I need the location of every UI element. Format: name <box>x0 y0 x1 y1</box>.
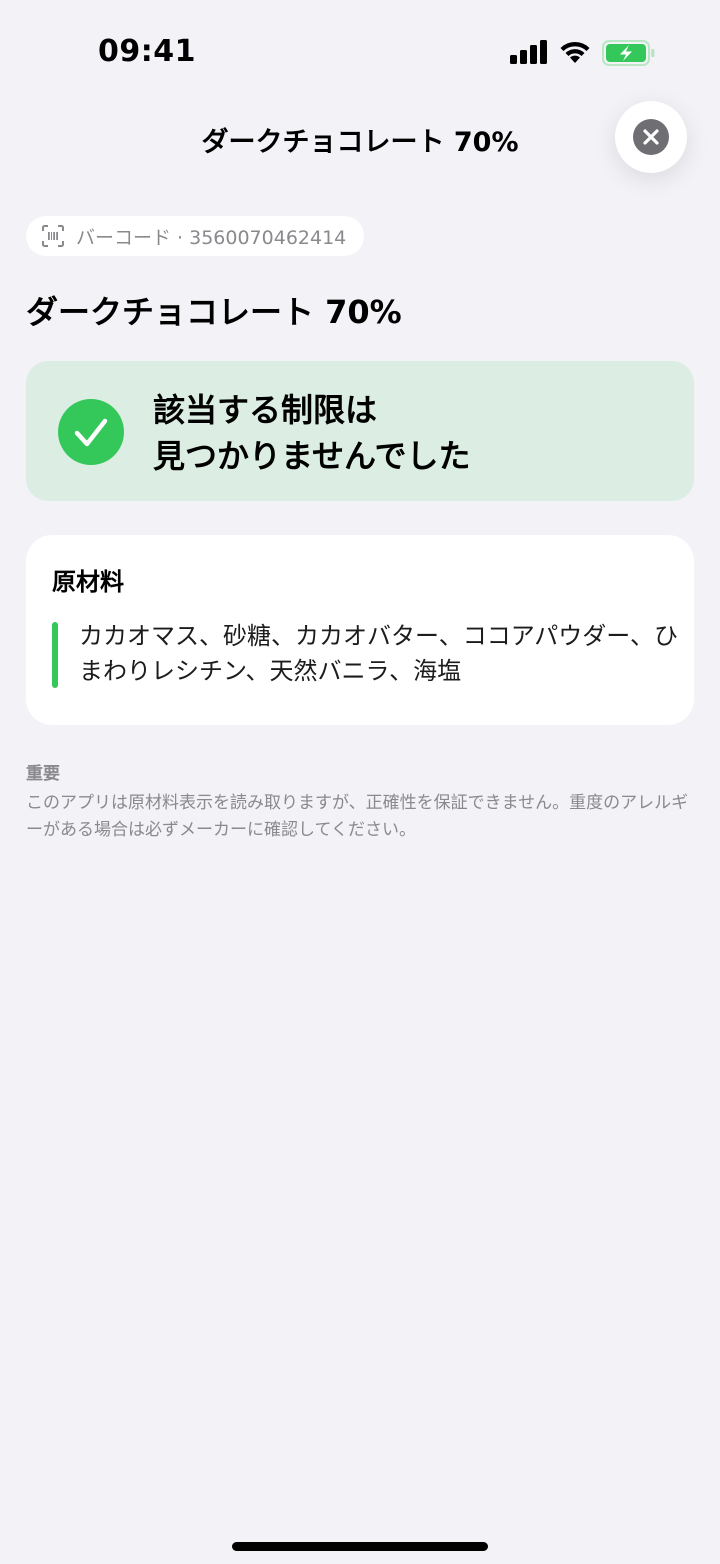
cellular-signal-icon <box>510 40 547 64</box>
result-message: 該当する制限は 見つかりませんでした <box>153 391 471 475</box>
barcode-scan-icon <box>42 225 64 247</box>
close-icon <box>633 119 669 155</box>
ingredients-text: カカオマス、砂糖、カカオバター、ココアパウダー、ひまわりレシチン、天然バニラ、海… <box>79 622 679 685</box>
result-card: 該当する制限は 見つかりませんでした <box>26 361 694 501</box>
barcode-text: バーコード · 3560070462414 <box>76 226 347 249</box>
ingredients-card: 原材料 カカオマス、砂糖、カカオバター、ココアパウダー、ひまわりレシチン、天然バ… <box>26 535 694 725</box>
battery-charging-icon <box>602 40 655 66</box>
note-heading: 重要 <box>26 764 60 784</box>
product-result-screen: 09:41 ダークチョコレート 70% バーコード · 356007046241… <box>0 0 720 1564</box>
status-bar: 09:41 <box>0 0 720 104</box>
checkmark-circle-icon <box>58 399 124 465</box>
status-time: 09:41 <box>98 34 196 69</box>
product-name: ダークチョコレート 70% <box>26 293 402 331</box>
barcode-pill: バーコード · 3560070462414 <box>26 216 365 256</box>
wifi-icon <box>560 41 590 63</box>
close-button[interactable] <box>615 101 687 173</box>
ingredients-accent-bar <box>52 622 58 688</box>
home-indicator[interactable] <box>232 1542 488 1551</box>
nav-title: ダークチョコレート 70% <box>201 127 519 158</box>
ingredients-title: 原材料 <box>52 568 124 596</box>
note-body: このアプリは原材料表示を読み取りますが、正確性を保証できません。重度のアレルギー… <box>26 793 689 840</box>
